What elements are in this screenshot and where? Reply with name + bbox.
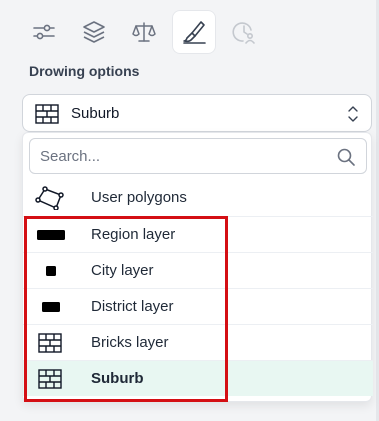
list-item-city-layer[interactable]: City layer bbox=[23, 252, 373, 288]
list-item-region-layer[interactable]: Region layer bbox=[23, 216, 373, 252]
small-square-icon bbox=[46, 266, 56, 276]
list-item-district-layer[interactable]: District layer bbox=[23, 288, 373, 324]
rectangle-icon bbox=[42, 302, 60, 312]
list-item-suburb[interactable]: Suburb bbox=[23, 360, 373, 396]
search-box bbox=[29, 138, 367, 174]
search-input[interactable] bbox=[40, 146, 330, 166]
sliders-icon bbox=[33, 24, 55, 40]
bricks-icon bbox=[38, 333, 62, 353]
list-item-label: Bricks layer bbox=[91, 334, 169, 351]
list-item-label: District layer bbox=[91, 298, 174, 315]
list-item-label: Region layer bbox=[91, 226, 176, 243]
select-value: Suburb bbox=[71, 105, 120, 122]
tool-settings-button[interactable] bbox=[22, 10, 66, 54]
layer-list: User polygons Region layer City layer Di… bbox=[23, 180, 373, 396]
layers-icon bbox=[83, 21, 105, 43]
bricks-icon bbox=[38, 369, 62, 389]
list-item-label: City layer bbox=[91, 262, 154, 279]
chevron-up-down-icon bbox=[348, 106, 358, 122]
search-icon[interactable] bbox=[336, 147, 356, 167]
wide-rectangle-icon bbox=[37, 230, 65, 240]
toolbar bbox=[22, 10, 266, 54]
tool-history-button[interactable] bbox=[222, 10, 266, 54]
list-item-label: Suburb bbox=[91, 370, 144, 387]
drawing-brush-icon bbox=[183, 21, 206, 44]
list-item-label: User polygons bbox=[91, 189, 187, 206]
bricks-icon bbox=[35, 104, 59, 124]
layer-dropdown: User polygons Region layer City layer Di… bbox=[22, 132, 373, 402]
layer-select[interactable]: Suburb bbox=[22, 94, 372, 132]
list-item-bricks-layer[interactable]: Bricks layer bbox=[23, 324, 373, 360]
tool-balance-button[interactable] bbox=[122, 10, 166, 54]
section-title: Drowing options bbox=[29, 63, 140, 79]
scale-icon bbox=[132, 22, 156, 42]
tool-layers-button[interactable] bbox=[72, 10, 116, 54]
list-item-user-polygons[interactable]: User polygons bbox=[23, 180, 373, 216]
polygon-icon bbox=[35, 186, 64, 210]
clock-user-icon bbox=[232, 22, 255, 44]
tool-drawing-button[interactable] bbox=[172, 10, 216, 54]
